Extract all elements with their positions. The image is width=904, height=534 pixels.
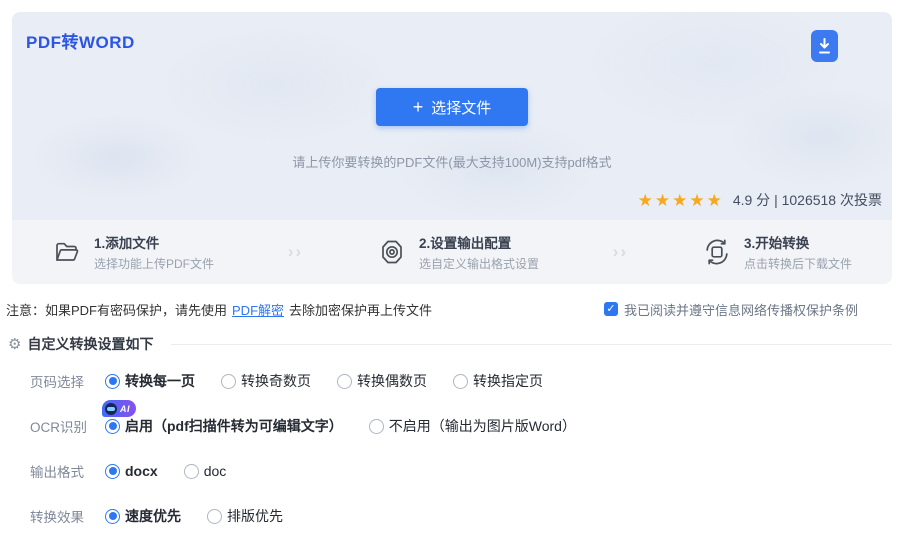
gear-icon: ⚙ [8,335,22,353]
radio-icon[interactable] [368,418,384,434]
radio-icon[interactable] [207,508,222,524]
rating-text: 4.9 分 | 1026518 次投票 [732,192,882,208]
radio-icon[interactable] [221,373,236,389]
form-row-page-select: 页码选择 转换每一页 转换奇数页 转换偶数页 转换指定页 [30,372,904,390]
ai-badge-label: AI [120,403,130,414]
form-row-convert-effect: 转换效果 速度优先 排版优先 [30,507,904,525]
radio-icon[interactable] [337,373,352,389]
conversion-settings-form: 页码选择 转换每一页 转换奇数页 转换偶数页 转换指定页 AI OCR识别 启用… [30,372,904,525]
notice-row: 注意：如果PDF有密码保护，请先使用 PDF解密 去除加密保护再上传文件 ✓ 我已阅… [6,300,892,318]
step-subtitle: 选择功能上传PDF文件 [94,257,215,271]
radio-label: 排版优先 [227,508,283,524]
notice-suffix: 去除加密保护再上传文件 [289,302,433,318]
select-file-label: 选择文件 [431,99,492,117]
upload-hero: PDF转WORD + 选择文件 请上传你要转换的PDF文件(最大支持100M)支… [12,12,892,220]
upload-hint: 请上传你要转换的PDF文件(最大支持100M)支持pdf格式 [292,155,612,170]
radio-label: 不启用（输出为图片版Word） [388,418,576,434]
chevron-right-icon: ›› [287,242,304,261]
pdf-to-word-page: PDF转WORD + 选择文件 请上传你要转换的PDF文件(最大支持100M)支… [0,12,904,534]
radio-convert-even-pages[interactable]: 转换偶数页 [337,371,427,391]
radio-format-doc[interactable]: doc [183,463,227,479]
row-label: 输出格式 [30,465,84,480]
radio-selected-icon[interactable] [105,418,120,434]
radio-icon[interactable] [453,373,468,389]
agreement-label: 我已阅读并遵守信息网络传播权保护条例 [623,302,858,318]
radio-selected-icon[interactable] [105,463,120,479]
radio-speed-priority[interactable]: 速度优先 [105,506,181,526]
radio-label: 转换奇数页 [241,373,311,389]
radio-label: 转换指定页 [473,373,543,389]
plus-icon: + [412,97,424,117]
ai-badge: AI [102,400,136,417]
row-label: OCR识别 [30,420,87,435]
steps-bar: 1.添加文件 选择功能上传PDF文件 ›› 2.设置输出配置 选自定义输出格式设… [12,220,892,284]
radio-convert-specified-pages[interactable]: 转换指定页 [453,371,543,391]
form-row-ocr: AI OCR识别 启用（pdf扫描件转为可编辑文字） 不启用（输出为图片版Wor… [30,400,904,436]
step-output-config: 2.设置输出配置 选自定义输出格式设置 [377,232,539,272]
pdf-decrypt-link[interactable]: PDF解密 [232,303,284,318]
step-subtitle: 点击转换后下载文件 [743,257,852,271]
row-label: 页码选择 [30,375,84,390]
radio-label: doc [203,463,227,479]
step-title: 2.设置输出配置 [418,236,512,251]
chevron-right-icon: ›› [612,242,629,261]
radio-label: 转换每一页 [125,373,195,389]
radio-label: docx [125,463,158,479]
upload-card: PDF转WORD + 选择文件 请上传你要转换的PDF文件(最大支持100M)支… [12,12,892,284]
row-label: 转换效果 [30,510,84,525]
select-file-button[interactable]: + 选择文件 [376,88,528,126]
notice-prefix: 注意：如果PDF有密码保护，请先使用 [6,302,228,318]
radio-layout-priority[interactable]: 排版优先 [207,506,283,526]
rating: ★★★★★ 4.9 分 | 1026518 次投票 [638,190,882,210]
step-subtitle: 选自定义输出格式设置 [418,257,539,271]
settings-section-header: ⚙ 自定义转换设置如下 [8,334,892,354]
radio-label: 转换偶数页 [357,373,427,389]
radio-ocr-enable[interactable]: 启用（pdf扫描件转为可编辑文字） [105,416,343,436]
star-rating-icons[interactable]: ★★★★★ [638,192,724,209]
robot-icon [105,402,117,415]
divider [171,343,892,345]
radio-ocr-disable[interactable]: 不启用（输出为图片版Word） [368,416,576,436]
radio-icon[interactable] [183,463,199,479]
radio-convert-odd-pages[interactable]: 转换奇数页 [221,371,311,391]
form-row-output-format: 输出格式 docx doc [30,462,904,480]
folder-icon [52,237,82,267]
radio-convert-every-page[interactable]: 转换每一页 [105,371,195,391]
step-title: 1.添加文件 [94,236,160,251]
radio-format-docx[interactable]: docx [105,463,158,479]
page-title: PDF转WORD [26,33,135,52]
radio-label: 速度优先 [125,508,181,524]
checkbox-checked-icon[interactable]: ✓ [603,302,618,316]
download-icon[interactable] [811,30,838,62]
convert-icon [702,237,732,267]
radio-label: 启用（pdf扫描件转为可编辑文字） [125,418,343,434]
radio-selected-icon[interactable] [105,508,120,524]
agreement-checkbox-row[interactable]: ✓ 我已阅读并遵守信息网络传播权保护条例 [603,300,858,319]
step-title: 3.开始转换 [743,236,810,251]
radio-selected-icon[interactable] [105,373,120,389]
step-add-file: 1.添加文件 选择功能上传PDF文件 [52,232,214,272]
settings-title: 自定义转换设置如下 [27,336,154,352]
password-notice: 注意：如果PDF有密码保护，请先使用 PDF解密 去除加密保护再上传文件 [6,300,432,319]
step-start-convert: 3.开始转换 点击转换后下载文件 [702,232,852,272]
nut-icon [377,237,407,267]
